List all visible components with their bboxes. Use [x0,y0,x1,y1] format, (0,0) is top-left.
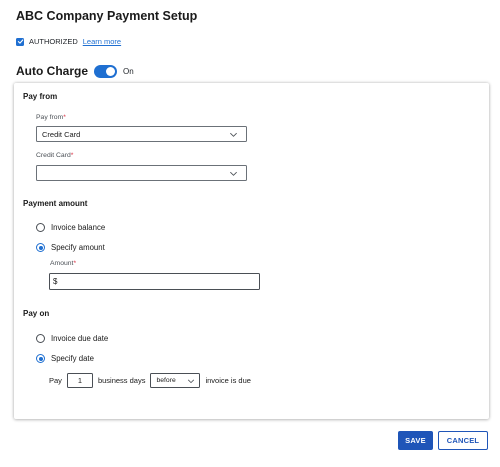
invoice-due-label: invoice is due [205,376,251,385]
amount-label: Amount* [50,260,77,267]
radio-button[interactable] [36,223,45,232]
required-mark: * [63,114,66,121]
cancel-button[interactable]: CANCEL [438,431,488,450]
radio-button[interactable] [36,334,45,343]
business-days-input[interactable]: 1 [66,373,93,388]
credit-card-select[interactable] [36,165,247,181]
radio-button[interactable] [36,354,45,363]
radio-specify-date[interactable]: Specify date [36,354,94,363]
radio-label: Specify amount [51,243,105,252]
toggle-knob [106,66,115,76]
radio-label: Invoice due date [51,334,109,343]
authorized-checkbox[interactable] [16,37,24,46]
amount-input[interactable]: $ [49,273,260,290]
radio-specify-amount[interactable]: Specify amount [36,243,105,252]
auto-charge-row: Auto Charge On [16,64,134,78]
authorized-row: AUTHORIZED Learn more [16,37,121,46]
auto-charge-toggle[interactable] [94,64,117,78]
chevron-down-icon [230,132,237,137]
credit-card-label: Credit Card* [36,152,74,159]
pay-from-select[interactable]: Credit Card [36,126,247,142]
pay-label: Pay [49,376,62,385]
timing-select[interactable]: before [150,373,201,388]
auto-charge-state: On [123,66,134,76]
authorized-label: AUTHORIZED [29,37,78,46]
required-mark: * [73,260,77,267]
radio-invoice-balance[interactable]: Invoice balance [36,223,105,232]
save-button[interactable]: SAVE [398,431,433,450]
radio-invoice-due-date[interactable]: Invoice due date [36,334,108,343]
timing-value: before [156,377,176,384]
payment-amount-section-title: Payment amount [23,199,88,208]
pay-on-section-title: Pay on [23,309,50,318]
payment-settings-panel: Pay from Pay from* Credit Card Credit Ca… [14,83,489,419]
pay-from-value: Credit Card [42,129,81,139]
checkmark-icon [17,39,23,44]
page-title: ABC Company Payment Setup [16,9,198,23]
pay-from-label: Pay from* [36,114,66,121]
business-days-label: business days [97,376,146,385]
radio-button[interactable] [36,243,45,252]
learn-more-link[interactable]: Learn more [83,37,121,46]
auto-charge-label: Auto Charge [16,64,88,78]
pay-schedule-row: Pay 1 business days before invoice is du… [49,373,251,388]
amount-value: $ [53,277,58,286]
chevron-down-icon [188,379,195,384]
pay-from-section-title: Pay from [23,92,58,101]
required-mark: * [70,152,74,159]
radio-label: Specify date [51,354,94,363]
radio-label: Invoice balance [51,223,106,232]
chevron-down-icon [230,171,237,176]
